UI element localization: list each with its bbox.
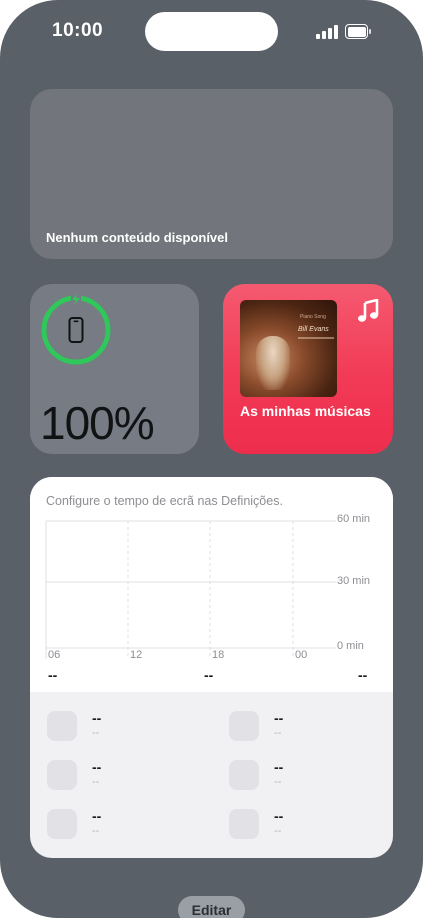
app-time: -- <box>92 776 100 788</box>
cellular-signal-icon <box>316 25 338 39</box>
app-time: -- <box>274 776 282 788</box>
music-widget[interactable]: Piano Song Bill Evans As minhas músicas <box>223 284 393 454</box>
photos-empty-message: Nenhum conteúdo disponível <box>46 230 229 245</box>
app-name: -- <box>92 710 102 726</box>
battery-full-icon <box>345 24 371 39</box>
x-tick-12: 12 <box>130 649 143 661</box>
music-widget-title: As minhas músicas <box>240 403 371 419</box>
app-time: -- <box>274 825 282 837</box>
y-tick-30: 30 min <box>337 575 371 587</box>
screen-time-widget[interactable]: Configure o tempo de ecrã nas Definições… <box>30 477 393 858</box>
album-artwork[interactable]: Piano Song Bill Evans <box>240 300 337 397</box>
app-usage-item[interactable]: -- -- <box>47 710 217 751</box>
music-note-icon <box>358 299 379 322</box>
x-tick-06: 06 <box>48 649 61 661</box>
y-tick-60: 60 min <box>337 513 371 525</box>
y-tick-0: 0 min <box>337 640 364 652</box>
app-placeholder-icon <box>47 809 77 839</box>
bolt-icon <box>71 295 81 305</box>
x-tick-18: 18 <box>212 649 225 661</box>
app-usage-item[interactable]: -- -- <box>229 808 393 849</box>
iphone-icon <box>68 317 84 343</box>
photos-widget[interactable]: Nenhum conteúdo disponível <box>30 89 393 259</box>
summary-value: -- <box>358 667 368 683</box>
status-time: 10:00 <box>52 20 104 41</box>
battery-ring <box>41 295 111 365</box>
dynamic-island <box>145 12 278 51</box>
app-usage-item[interactable]: -- -- <box>47 759 217 800</box>
app-name: -- <box>274 808 284 824</box>
app-usage-item[interactable]: -- -- <box>229 759 393 800</box>
edit-button[interactable]: Editar <box>178 896 245 918</box>
batteries-widget[interactable]: 100% <box>30 284 199 454</box>
app-name: -- <box>92 759 102 775</box>
summary-value: -- <box>48 667 58 683</box>
app-usage-list: -- -- -- -- -- -- -- -- -- -- -- -- <box>30 692 393 858</box>
app-placeholder-icon <box>229 760 259 790</box>
summary-value: -- <box>204 667 214 683</box>
screen-time-chart-area: Configure o tempo de ecrã nas Definições… <box>30 477 393 692</box>
chart-grid <box>45 520 336 659</box>
app-name: -- <box>274 710 284 726</box>
home-screen: 10:00 Nenhum conteúdo disponível 100% Pi… <box>0 0 423 918</box>
app-placeholder-icon <box>229 809 259 839</box>
x-tick-00: 00 <box>295 649 308 661</box>
app-time: -- <box>274 727 282 739</box>
battery-percentage: 100% <box>40 397 155 449</box>
app-name: -- <box>274 759 284 775</box>
app-usage-item[interactable]: -- -- <box>229 710 393 751</box>
app-name: -- <box>92 808 102 824</box>
app-time: -- <box>92 825 100 837</box>
app-placeholder-icon <box>47 760 77 790</box>
app-time: -- <box>92 727 100 739</box>
app-placeholder-icon <box>229 711 259 741</box>
app-placeholder-icon <box>47 711 77 741</box>
app-usage-item[interactable]: -- -- <box>47 808 217 849</box>
